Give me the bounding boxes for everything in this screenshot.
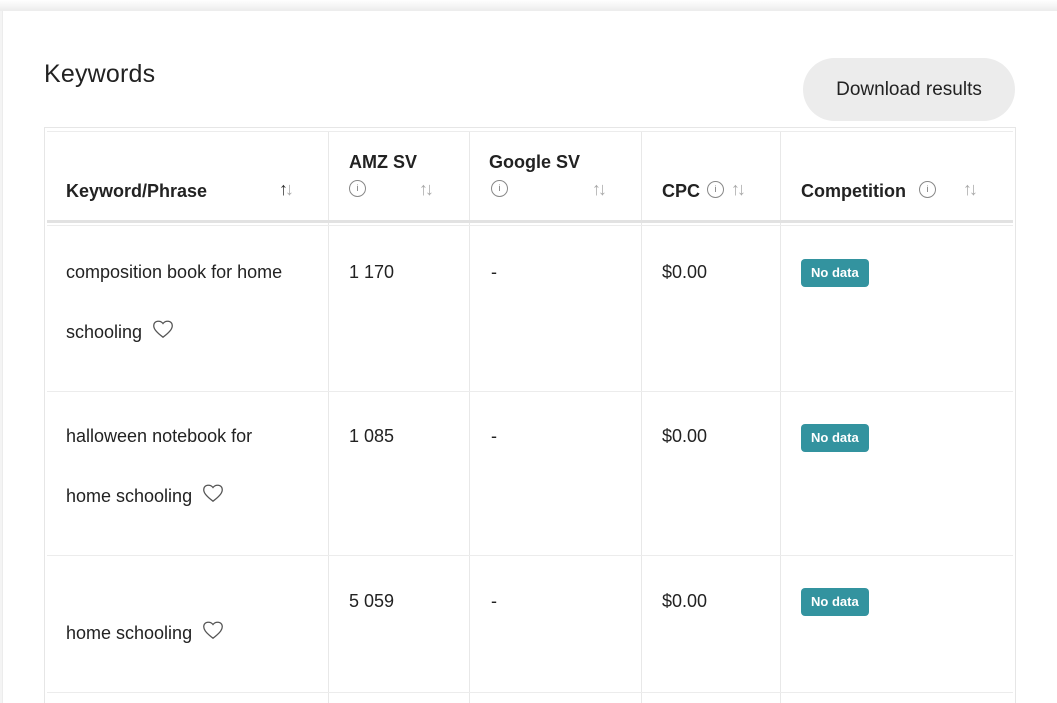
- column-divider: [469, 131, 470, 703]
- top-bar: [0, 0, 1057, 11]
- heart-icon[interactable]: [202, 620, 224, 640]
- amz-sv-value: 1 170: [349, 262, 395, 282]
- keyword-text: halloween notebook for: [66, 426, 253, 446]
- sort-icon[interactable]: ↑↓: [592, 179, 607, 200]
- keyword-cell: home schooling: [66, 603, 316, 663]
- info-icon[interactable]: i: [349, 180, 366, 197]
- column-header-label: AMZ SV: [349, 152, 418, 172]
- heart-icon[interactable]: [152, 319, 174, 339]
- sort-icon[interactable]: ↑↓: [963, 179, 978, 200]
- header-top-rule: [47, 131, 1013, 132]
- cpc-value: $0.00: [662, 262, 708, 282]
- column-header-label: CPC: [662, 181, 701, 201]
- download-results-button[interactable]: Download results: [803, 58, 1015, 121]
- keyword-cell: composition book for home schooling: [66, 242, 316, 362]
- keyword-text: composition book for home: [66, 262, 283, 282]
- cpc-value: $0.00: [662, 426, 708, 446]
- header-bottom-rule: [47, 220, 1013, 223]
- amz-sv-value: 5 059: [349, 591, 395, 611]
- competition-badge: No data: [801, 588, 869, 616]
- keyword-text: home schooling: [66, 623, 193, 643]
- row-divider: [47, 391, 1013, 392]
- sort-icon[interactable]: ↑↓: [731, 179, 746, 200]
- column-header-label: Keyword/Phrase: [66, 181, 208, 201]
- sort-icon[interactable]: ↑↓: [279, 179, 294, 200]
- competition-badge: No data: [801, 424, 869, 452]
- info-icon[interactable]: i: [707, 181, 724, 198]
- keywords-table: Keyword/Phrase ↑↓ AMZ SV i ↑↓ Google SV …: [44, 127, 1016, 703]
- info-icon[interactable]: i: [491, 180, 508, 197]
- heart-icon[interactable]: [202, 483, 224, 503]
- column-divider: [780, 131, 781, 703]
- column-divider: [328, 131, 329, 703]
- amz-sv-value: 1 085: [349, 426, 395, 446]
- sort-icon[interactable]: ↑↓: [419, 179, 434, 200]
- row-divider: [47, 555, 1013, 556]
- column-divider: [641, 131, 642, 703]
- keyword-text: home schooling: [66, 486, 193, 506]
- competition-badge: No data: [801, 259, 869, 287]
- keyword-text: schooling: [66, 322, 143, 342]
- google-sv-value: -: [491, 591, 497, 611]
- row-divider: [47, 225, 1013, 226]
- row-divider: [47, 692, 1013, 693]
- page-title: Keywords: [44, 60, 156, 88]
- info-icon[interactable]: i: [919, 181, 936, 198]
- column-header-label: Competition: [801, 181, 906, 201]
- google-sv-value: -: [491, 426, 497, 446]
- column-header-label: Google SV: [489, 152, 581, 172]
- keyword-cell: halloween notebook for home schooling: [66, 406, 316, 526]
- google-sv-value: -: [491, 262, 497, 282]
- cpc-value: $0.00: [662, 591, 708, 611]
